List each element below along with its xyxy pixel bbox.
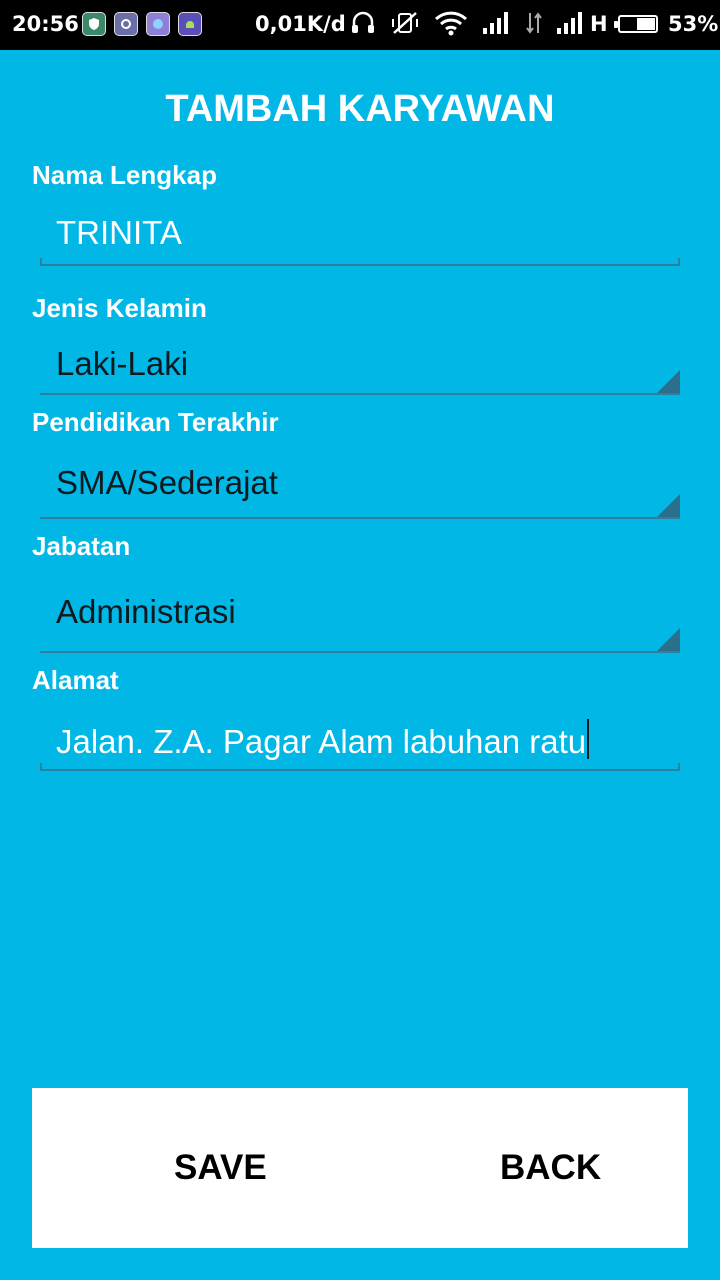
pendidikan-label: Pendidikan Terakhir (32, 407, 279, 437)
pendidikan-value[interactable]: SMA/Sederajat (56, 464, 278, 502)
jabatan-value[interactable]: Administrasi (56, 593, 236, 631)
notification-icons (82, 12, 202, 36)
network-type: H (590, 12, 608, 36)
jabatan-label: Jabatan (32, 531, 131, 561)
text-cursor (587, 719, 590, 759)
dropdown-arrow-icon (656, 628, 680, 652)
signal-icon (557, 12, 582, 34)
status-time: 20:56 (12, 12, 79, 36)
jenis-kelamin-label: Jenis Kelamin (32, 293, 207, 323)
alamat-value[interactable]: Jalan. Z.A. Pagar Alam labuhan ratu (56, 723, 586, 760)
data-transfer-icon (526, 12, 542, 34)
nama-label: Nama Lengkap (32, 160, 217, 190)
battery-percent: 53% (668, 12, 719, 36)
nama-underline (40, 258, 680, 266)
headset-icon (352, 11, 374, 33)
jabatan-underline (40, 651, 680, 653)
android-app-icon (178, 12, 202, 36)
status-bar: 20:56 0,01K/d H 53% (0, 0, 720, 50)
jenis-kelamin-underline (40, 393, 680, 395)
app-icon (146, 12, 170, 36)
nama-value[interactable]: TRINITA (56, 214, 182, 252)
wifi-icon (434, 11, 468, 36)
jenis-kelamin-value[interactable]: Laki-Laki (56, 345, 188, 383)
signal-icon (483, 12, 508, 34)
app-icon (114, 12, 138, 36)
network-speed: 0,01K/d (255, 12, 346, 36)
button-panel: SAVE BACK (32, 1088, 688, 1248)
battery-level (637, 18, 655, 30)
vibrate-off-icon (392, 12, 418, 34)
alamat-input[interactable]: Jalan. Z.A. Pagar Alam labuhan ratu (56, 719, 590, 761)
back-button[interactable]: BACK (360, 1088, 688, 1248)
alamat-underline (40, 763, 680, 771)
dropdown-arrow-icon (656, 370, 680, 394)
dropdown-arrow-icon (656, 494, 680, 518)
pendidikan-underline (40, 517, 680, 519)
page-title: TAMBAH KARYAWAN (165, 88, 555, 130)
battery-icon (614, 15, 658, 33)
shield-app-icon (82, 12, 106, 36)
save-button[interactable]: SAVE (54, 1088, 382, 1248)
alamat-label: Alamat (32, 665, 119, 695)
